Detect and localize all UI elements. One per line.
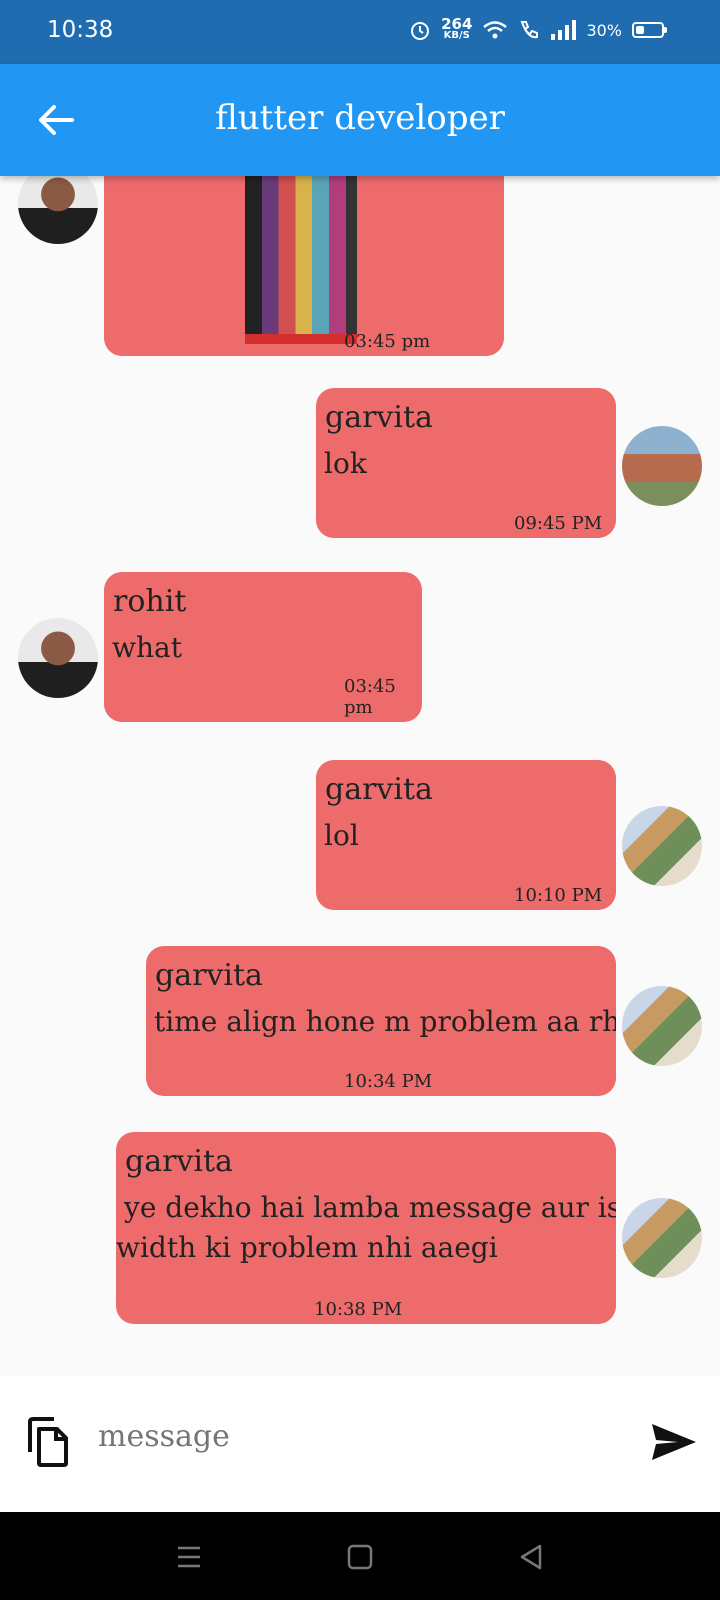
message-text-line: width ki problem nhi aaegi	[116, 1231, 498, 1264]
sender-name: garvita	[155, 958, 263, 993]
message-bubble[interactable]: garvita lok 09:45 PM	[316, 388, 616, 538]
status-icons: 264 KB/S 30%	[409, 15, 667, 42]
message-bubble[interactable]: garvita time align hone m problem aa rhi…	[146, 946, 616, 1096]
message-time: 03:45 pm	[344, 676, 396, 718]
send-icon[interactable]	[650, 1420, 698, 1464]
message-time: 09:45 PM	[514, 513, 603, 534]
battery-percent: 30%	[586, 20, 622, 40]
avatar	[622, 986, 702, 1066]
alarm-icon	[411, 22, 430, 40]
message-text: time align hone m problem aa rhi h	[154, 1005, 616, 1038]
sender-name: garvita	[325, 400, 433, 435]
network-speed: 264 KB/S	[441, 15, 473, 42]
avatar	[18, 176, 98, 244]
message-text-line: ye dekho hai lamba message aur isme	[124, 1191, 616, 1224]
status-bar: 10:38 264 KB/S 30%	[0, 0, 720, 64]
avatar	[622, 426, 702, 506]
sender-name: garvita	[125, 1144, 233, 1179]
message-input[interactable]	[96, 1418, 600, 1455]
status-time: 10:38	[47, 17, 114, 43]
back-icon[interactable]	[516, 1542, 546, 1572]
message-text: lol	[324, 819, 359, 852]
sender-name: rohit	[113, 584, 187, 619]
battery-icon	[632, 22, 667, 38]
sender-name: garvita	[325, 772, 433, 807]
avatar	[622, 806, 702, 886]
message-time: 10:38 PM	[314, 1299, 403, 1320]
message-image	[245, 176, 357, 344]
message-time: 10:34 PM	[344, 1071, 433, 1092]
home-icon[interactable]	[345, 1542, 375, 1572]
avatar	[622, 1198, 702, 1278]
menu-icon[interactable]	[174, 1542, 204, 1572]
message-bubble[interactable]: rohit what 03:45 pm	[104, 572, 422, 722]
message-text: what	[112, 631, 182, 664]
message-input-bar	[0, 1376, 720, 1512]
wifi-call-icon	[521, 21, 539, 39]
app-bar: flutter developer	[0, 64, 720, 176]
system-nav-bar	[0, 1512, 720, 1600]
message-text: lok	[324, 447, 367, 480]
message-time: 10:10 PM	[514, 885, 603, 906]
message-bubble[interactable]: garvita lol 10:10 PM	[316, 760, 616, 910]
attach-file-icon[interactable]	[24, 1416, 70, 1468]
message-time: 03:45 pm	[344, 331, 431, 352]
page-title: flutter developer	[215, 98, 505, 138]
message-bubble[interactable]: garvita ye dekho hai lamba message aur i…	[116, 1132, 616, 1324]
message-bubble[interactable]: 03:45 pm	[104, 176, 504, 356]
chat-list[interactable]: 03:45 pm garvita lok 09:45 PM rohit what…	[0, 176, 720, 1376]
wifi-icon	[483, 21, 508, 39]
signal-icon	[551, 20, 577, 40]
avatar	[18, 618, 98, 698]
